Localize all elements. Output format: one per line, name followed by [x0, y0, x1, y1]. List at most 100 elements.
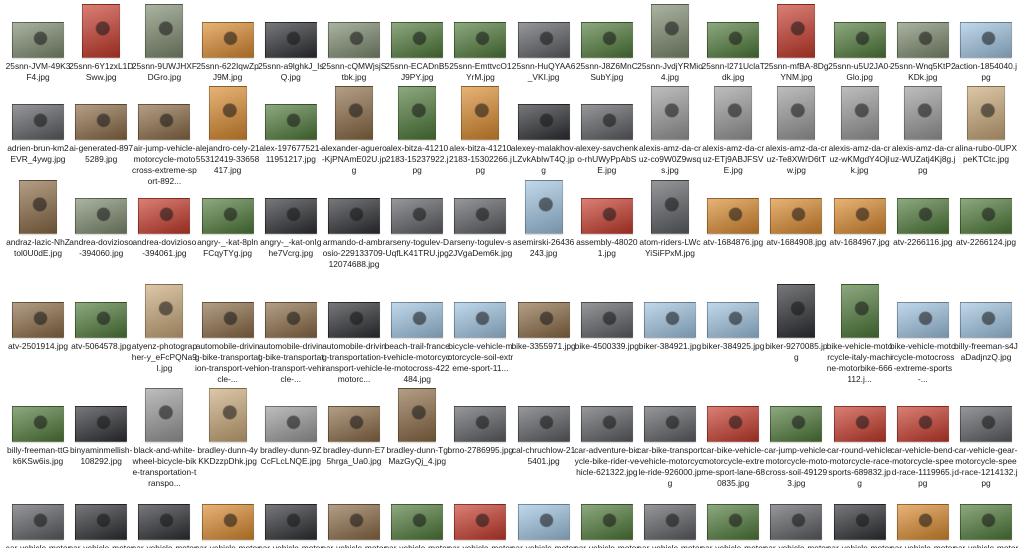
thumbnail-frame — [638, 4, 702, 58]
image-thumbnail — [840, 284, 879, 338]
file-name-label: car-vehicle-motorcycle-extrem — [511, 543, 576, 548]
image-thumbnail — [208, 86, 247, 140]
image-thumbnail — [903, 86, 942, 140]
thumbnail-frame — [259, 284, 323, 338]
thumbnail-frame — [322, 180, 386, 234]
file-name-label: alexis-amz-da-cruz-Te8XWrD6tTw.jpg — [765, 143, 828, 175]
image-thumbnail — [328, 406, 380, 442]
thumbnail-frame — [385, 486, 449, 540]
file-name-label: car-bike-transport-vehicle-motorcycle-ri… — [637, 445, 703, 488]
thumbnail-frame — [891, 4, 955, 58]
file-name-label: car-vehicle-motorcycle-2016-ra — [5, 543, 71, 548]
thumbnail-frame — [132, 4, 196, 58]
image-thumbnail — [770, 198, 823, 234]
thumbnail-frame — [512, 486, 576, 540]
thumbnail-frame — [954, 284, 1018, 338]
file-name-label: car-vehicle-motorcycle-extrem — [574, 543, 640, 548]
thumbnail-frame — [69, 180, 133, 234]
image-thumbnail — [833, 406, 886, 442]
thumbnail-frame — [701, 388, 765, 442]
thumbnail-frame — [196, 486, 260, 540]
file-name-label: assembly-480201.jpg — [576, 237, 638, 258]
file-name-label: 25snn-JvdjYRMio4.jpg — [637, 61, 703, 82]
thumbnail-frame — [954, 388, 1018, 442]
file-name-label: car-bike-vehicle-motorcycle-extreme-spor… — [701, 445, 766, 488]
file-name-label: bradley-dunn-4yKKDzzpDhk.jpg — [197, 445, 258, 466]
thumbnail-frame — [196, 86, 260, 140]
image-thumbnail — [201, 22, 254, 58]
file-name-label: car-vehicle-motorcycle-motorb — [700, 543, 766, 548]
image-thumbnail — [391, 22, 444, 58]
file-name-label: cal-chruchlow-215401.jpg — [511, 445, 576, 466]
file-name-label: 25snn-9UWJHXFDGro.jpg — [131, 61, 197, 82]
image-thumbnail — [82, 4, 121, 58]
image-thumbnail — [651, 180, 689, 234]
image-thumbnail — [145, 388, 184, 442]
thumbnail-frame — [6, 486, 70, 540]
file-name-label: atv-2266124.jpg — [955, 237, 1017, 247]
image-thumbnail — [264, 22, 317, 58]
image-thumbnail — [580, 104, 633, 140]
image-thumbnail — [328, 302, 380, 338]
file-name-label: action-1854040.jpg — [955, 61, 1017, 82]
thumbnail-frame — [828, 388, 892, 442]
file-name-label: automobile-driving-bike-transportation-t… — [257, 341, 324, 384]
file-name-label: car-vehicle-motorcycle-race-sp — [764, 543, 829, 548]
image-thumbnail — [335, 86, 373, 140]
image-thumbnail — [517, 104, 570, 140]
image-thumbnail — [651, 86, 689, 140]
thumbnail-frame — [891, 486, 955, 540]
image-thumbnail — [138, 104, 191, 140]
image-thumbnail — [391, 302, 444, 338]
image-thumbnail — [896, 406, 949, 442]
thumbnail-frame — [891, 180, 955, 234]
image-thumbnail — [524, 180, 563, 234]
image-thumbnail — [264, 198, 317, 234]
thumbnail-frame — [196, 388, 260, 442]
image-thumbnail — [264, 104, 317, 140]
image-thumbnail — [833, 198, 886, 234]
thumbnail-frame — [701, 86, 765, 140]
thumbnail-frame — [6, 284, 70, 338]
file-name-label: car-vehicle-motorcycle-2016-ra — [68, 543, 134, 548]
thumbnail-frame — [385, 4, 449, 58]
file-name-label: black-and-white-wheel-bicycle-bike-trans… — [132, 445, 197, 488]
thumbnail-frame — [196, 284, 260, 338]
image-thumbnail — [644, 406, 696, 442]
image-thumbnail — [707, 22, 760, 58]
file-name-label: alexey-malakhov-LZvkAbIwT4Q.jpg — [510, 143, 577, 175]
image-thumbnail — [12, 406, 64, 442]
image-thumbnail — [201, 302, 254, 338]
thumbnail-frame — [132, 388, 196, 442]
thumbnail-frame — [764, 86, 828, 140]
image-thumbnail — [398, 388, 437, 442]
image-thumbnail — [75, 198, 128, 234]
file-name-label: alex-bitza-412102183-15237922.jpg — [385, 143, 449, 175]
file-name-label: 25snn-u5U2JA0-Glo.jpg — [828, 61, 892, 82]
thumbnail-frame — [891, 86, 955, 140]
file-name-label: adrien-brun-km2EVR_4ywg.jpg — [7, 143, 69, 164]
file-name-label: 25snn-J8Z6MnCSubY.jpg — [575, 61, 638, 82]
file-name-label: alex-197677521-11951217.jpg — [259, 143, 323, 164]
image-thumbnail — [960, 504, 1012, 540]
image-thumbnail — [517, 406, 570, 442]
file-name-label: 25snn-cQMWjsjStbk.jpg — [321, 61, 387, 82]
image-thumbnail — [960, 302, 1012, 338]
thumbnail-frame — [512, 388, 576, 442]
image-thumbnail — [517, 302, 570, 338]
file-name-label: 25snn-EmttvcO1YrM.jpg — [449, 61, 512, 82]
image-thumbnail — [454, 22, 507, 58]
image-thumbnail — [75, 104, 128, 140]
image-thumbnail — [896, 504, 949, 540]
image-thumbnail — [714, 86, 753, 140]
thumbnail-frame — [196, 180, 260, 234]
thumbnail-frame — [828, 4, 892, 58]
file-name-label: andrea-dovizioso-394060.jpg — [69, 237, 134, 258]
thumbnail-frame — [512, 86, 576, 140]
thumbnail-frame — [512, 4, 576, 58]
file-name-label: brno-2786995.jpg — [447, 445, 514, 455]
file-name-label: ai-generated-8975289.jpg — [69, 143, 134, 164]
thumbnail-frame — [448, 388, 512, 442]
thumbnail-frame — [828, 284, 892, 338]
thumbnail-frame — [764, 4, 828, 58]
